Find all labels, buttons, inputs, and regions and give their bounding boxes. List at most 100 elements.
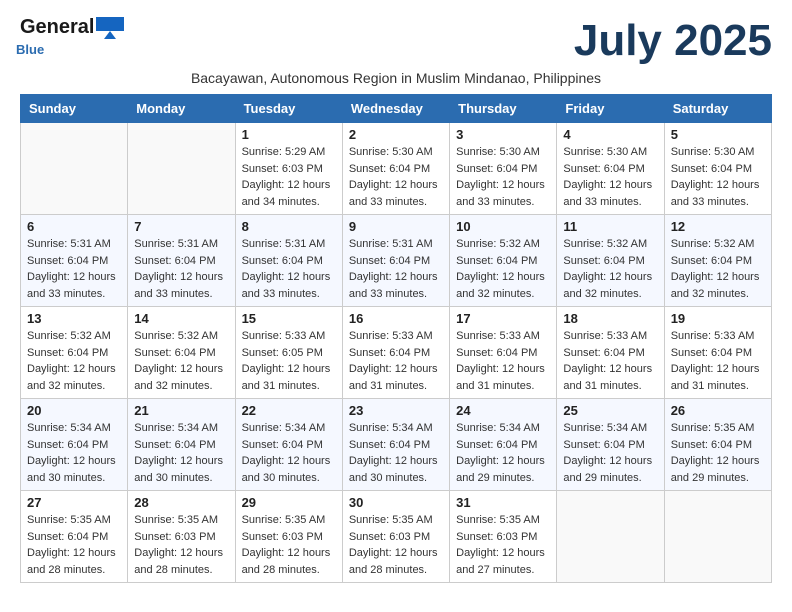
day-number: 22 [242,403,336,418]
calendar-table: SundayMondayTuesdayWednesdayThursdayFrid… [20,94,772,583]
week-row-4: 20 Sunrise: 5:34 AM Sunset: 6:04 PM Dayli… [21,399,772,491]
day-number: 30 [349,495,443,510]
day-number: 13 [27,311,121,326]
week-row-1: 1 Sunrise: 5:29 AM Sunset: 6:03 PM Daylig… [21,123,772,215]
day-info: Sunrise: 5:31 AM Sunset: 6:04 PM Dayligh… [27,236,121,302]
day-info: Sunrise: 5:35 AM Sunset: 6:03 PM Dayligh… [349,512,443,578]
logo-flag-icon [96,17,124,39]
day-number: 11 [563,219,657,234]
day-number: 27 [27,495,121,510]
day-info: Sunrise: 5:34 AM Sunset: 6:04 PM Dayligh… [456,420,550,486]
day-number: 9 [349,219,443,234]
day-number: 2 [349,127,443,142]
day-cell: 14 Sunrise: 5:32 AM Sunset: 6:04 PM Dayli… [128,307,235,399]
day-info: Sunrise: 5:34 AM Sunset: 6:04 PM Dayligh… [349,420,443,486]
day-cell: 29Sunrise: 5:35 AM Sunset: 6:03 PM Dayli… [235,491,342,583]
day-number: 19 [671,311,765,326]
day-number: 6 [27,219,121,234]
day-info: Sunrise: 5:32 AM Sunset: 6:04 PM Dayligh… [27,328,121,394]
day-cell: 7 Sunrise: 5:31 AM Sunset: 6:04 PM Daylig… [128,215,235,307]
day-info: Sunrise: 5:35 AM Sunset: 6:03 PM Dayligh… [134,512,228,578]
calendar-body: 1 Sunrise: 5:29 AM Sunset: 6:03 PM Daylig… [21,123,772,583]
header: General Blue July 2025 [20,16,772,66]
day-info: Sunrise: 5:32 AM Sunset: 6:04 PM Dayligh… [563,236,657,302]
day-info: Sunrise: 5:33 AM Sunset: 6:04 PM Dayligh… [563,328,657,394]
day-cell: 22 Sunrise: 5:34 AM Sunset: 6:04 PM Dayli… [235,399,342,491]
week-row-2: 6 Sunrise: 5:31 AM Sunset: 6:04 PM Daylig… [21,215,772,307]
day-info: Sunrise: 5:34 AM Sunset: 6:04 PM Dayligh… [242,420,336,486]
day-info: Sunrise: 5:30 AM Sunset: 6:04 PM Dayligh… [563,144,657,210]
week-row-5: 27 Sunrise: 5:35 AM Sunset: 6:04 PM Dayli… [21,491,772,583]
day-cell: 30 Sunrise: 5:35 AM Sunset: 6:03 PM Dayli… [342,491,449,583]
day-info: Sunrise: 5:30 AM Sunset: 6:04 PM Dayligh… [456,144,550,210]
day-info: Sunrise: 5:33 AM Sunset: 6:04 PM Dayligh… [456,328,550,394]
day-number: 1 [242,127,336,142]
day-info: Sunrise: 5:34 AM Sunset: 6:04 PM Dayligh… [134,420,228,486]
day-cell: 10Sunrise: 5:32 AM Sunset: 6:04 PM Dayli… [450,215,557,307]
day-number: 7 [134,219,228,234]
day-number: 16 [349,311,443,326]
day-number: 4 [563,127,657,142]
col-header-sunday: Sunday [21,95,128,123]
day-cell: 5 Sunrise: 5:30 AM Sunset: 6:04 PM Daylig… [664,123,771,215]
day-cell [128,123,235,215]
day-number: 23 [349,403,443,418]
day-cell: 17Sunrise: 5:33 AM Sunset: 6:04 PM Dayli… [450,307,557,399]
day-info: Sunrise: 5:29 AM Sunset: 6:03 PM Dayligh… [242,144,336,210]
day-cell: 1 Sunrise: 5:29 AM Sunset: 6:03 PM Daylig… [235,123,342,215]
day-cell: 15Sunrise: 5:33 AM Sunset: 6:05 PM Dayli… [235,307,342,399]
day-cell: 6 Sunrise: 5:31 AM Sunset: 6:04 PM Daylig… [21,215,128,307]
day-number: 10 [456,219,550,234]
day-number: 14 [134,311,228,326]
subtitle: Bacayawan, Autonomous Region in Muslim M… [20,70,772,86]
col-header-monday: Monday [128,95,235,123]
col-header-tuesday: Tuesday [235,95,342,123]
day-cell: 13 Sunrise: 5:32 AM Sunset: 6:04 PM Dayli… [21,307,128,399]
logo-lines: Blue [16,43,44,57]
logo-image: General [20,16,124,39]
day-number: 3 [456,127,550,142]
header-row: SundayMondayTuesdayWednesdayThursdayFrid… [21,95,772,123]
day-number: 20 [27,403,121,418]
day-number: 12 [671,219,765,234]
day-number: 21 [134,403,228,418]
day-number: 25 [563,403,657,418]
day-info: Sunrise: 5:35 AM Sunset: 6:03 PM Dayligh… [456,512,550,578]
day-cell: 24 Sunrise: 5:34 AM Sunset: 6:04 PM Dayli… [450,399,557,491]
day-number: 24 [456,403,550,418]
page: General Blue July 2025 Bacayawan, Autono… [0,0,792,599]
day-info: Sunrise: 5:31 AM Sunset: 6:04 PM Dayligh… [134,236,228,302]
day-info: Sunrise: 5:30 AM Sunset: 6:04 PM Dayligh… [349,144,443,210]
day-number: 28 [134,495,228,510]
day-info: Sunrise: 5:34 AM Sunset: 6:04 PM Dayligh… [27,420,121,486]
day-cell: 4 Sunrise: 5:30 AM Sunset: 6:04 PM Daylig… [557,123,664,215]
day-cell: 9 Sunrise: 5:31 AM Sunset: 6:04 PM Daylig… [342,215,449,307]
logo-blue-text: Blue [16,43,44,57]
day-cell: 27 Sunrise: 5:35 AM Sunset: 6:04 PM Dayli… [21,491,128,583]
day-cell: 21 Sunrise: 5:34 AM Sunset: 6:04 PM Dayli… [128,399,235,491]
month-year-title: July 2025 [574,16,772,66]
day-info: Sunrise: 5:32 AM Sunset: 6:04 PM Dayligh… [134,328,228,394]
day-info: Sunrise: 5:32 AM Sunset: 6:04 PM Dayligh… [671,236,765,302]
day-info: Sunrise: 5:30 AM Sunset: 6:04 PM Dayligh… [671,144,765,210]
day-cell [664,491,771,583]
day-cell: 8Sunrise: 5:31 AM Sunset: 6:04 PM Daylig… [235,215,342,307]
col-header-thursday: Thursday [450,95,557,123]
day-info: Sunrise: 5:35 AM Sunset: 6:04 PM Dayligh… [27,512,121,578]
day-cell [557,491,664,583]
calendar-header: SundayMondayTuesdayWednesdayThursdayFrid… [21,95,772,123]
day-cell: 20 Sunrise: 5:34 AM Sunset: 6:04 PM Dayli… [21,399,128,491]
day-info: Sunrise: 5:35 AM Sunset: 6:04 PM Dayligh… [671,420,765,486]
logo-general: General [20,16,94,39]
day-info: Sunrise: 5:31 AM Sunset: 6:04 PM Dayligh… [349,236,443,302]
day-cell: 18Sunrise: 5:33 AM Sunset: 6:04 PM Dayli… [557,307,664,399]
day-info: Sunrise: 5:33 AM Sunset: 6:04 PM Dayligh… [671,328,765,394]
col-header-saturday: Saturday [664,95,771,123]
day-number: 5 [671,127,765,142]
day-number: 15 [242,311,336,326]
day-cell: 12 Sunrise: 5:32 AM Sunset: 6:04 PM Dayli… [664,215,771,307]
day-cell: 16Sunrise: 5:33 AM Sunset: 6:04 PM Dayli… [342,307,449,399]
day-cell: 26Sunrise: 5:35 AM Sunset: 6:04 PM Dayli… [664,399,771,491]
week-row-3: 13 Sunrise: 5:32 AM Sunset: 6:04 PM Dayli… [21,307,772,399]
day-cell: 19 Sunrise: 5:33 AM Sunset: 6:04 PM Dayli… [664,307,771,399]
